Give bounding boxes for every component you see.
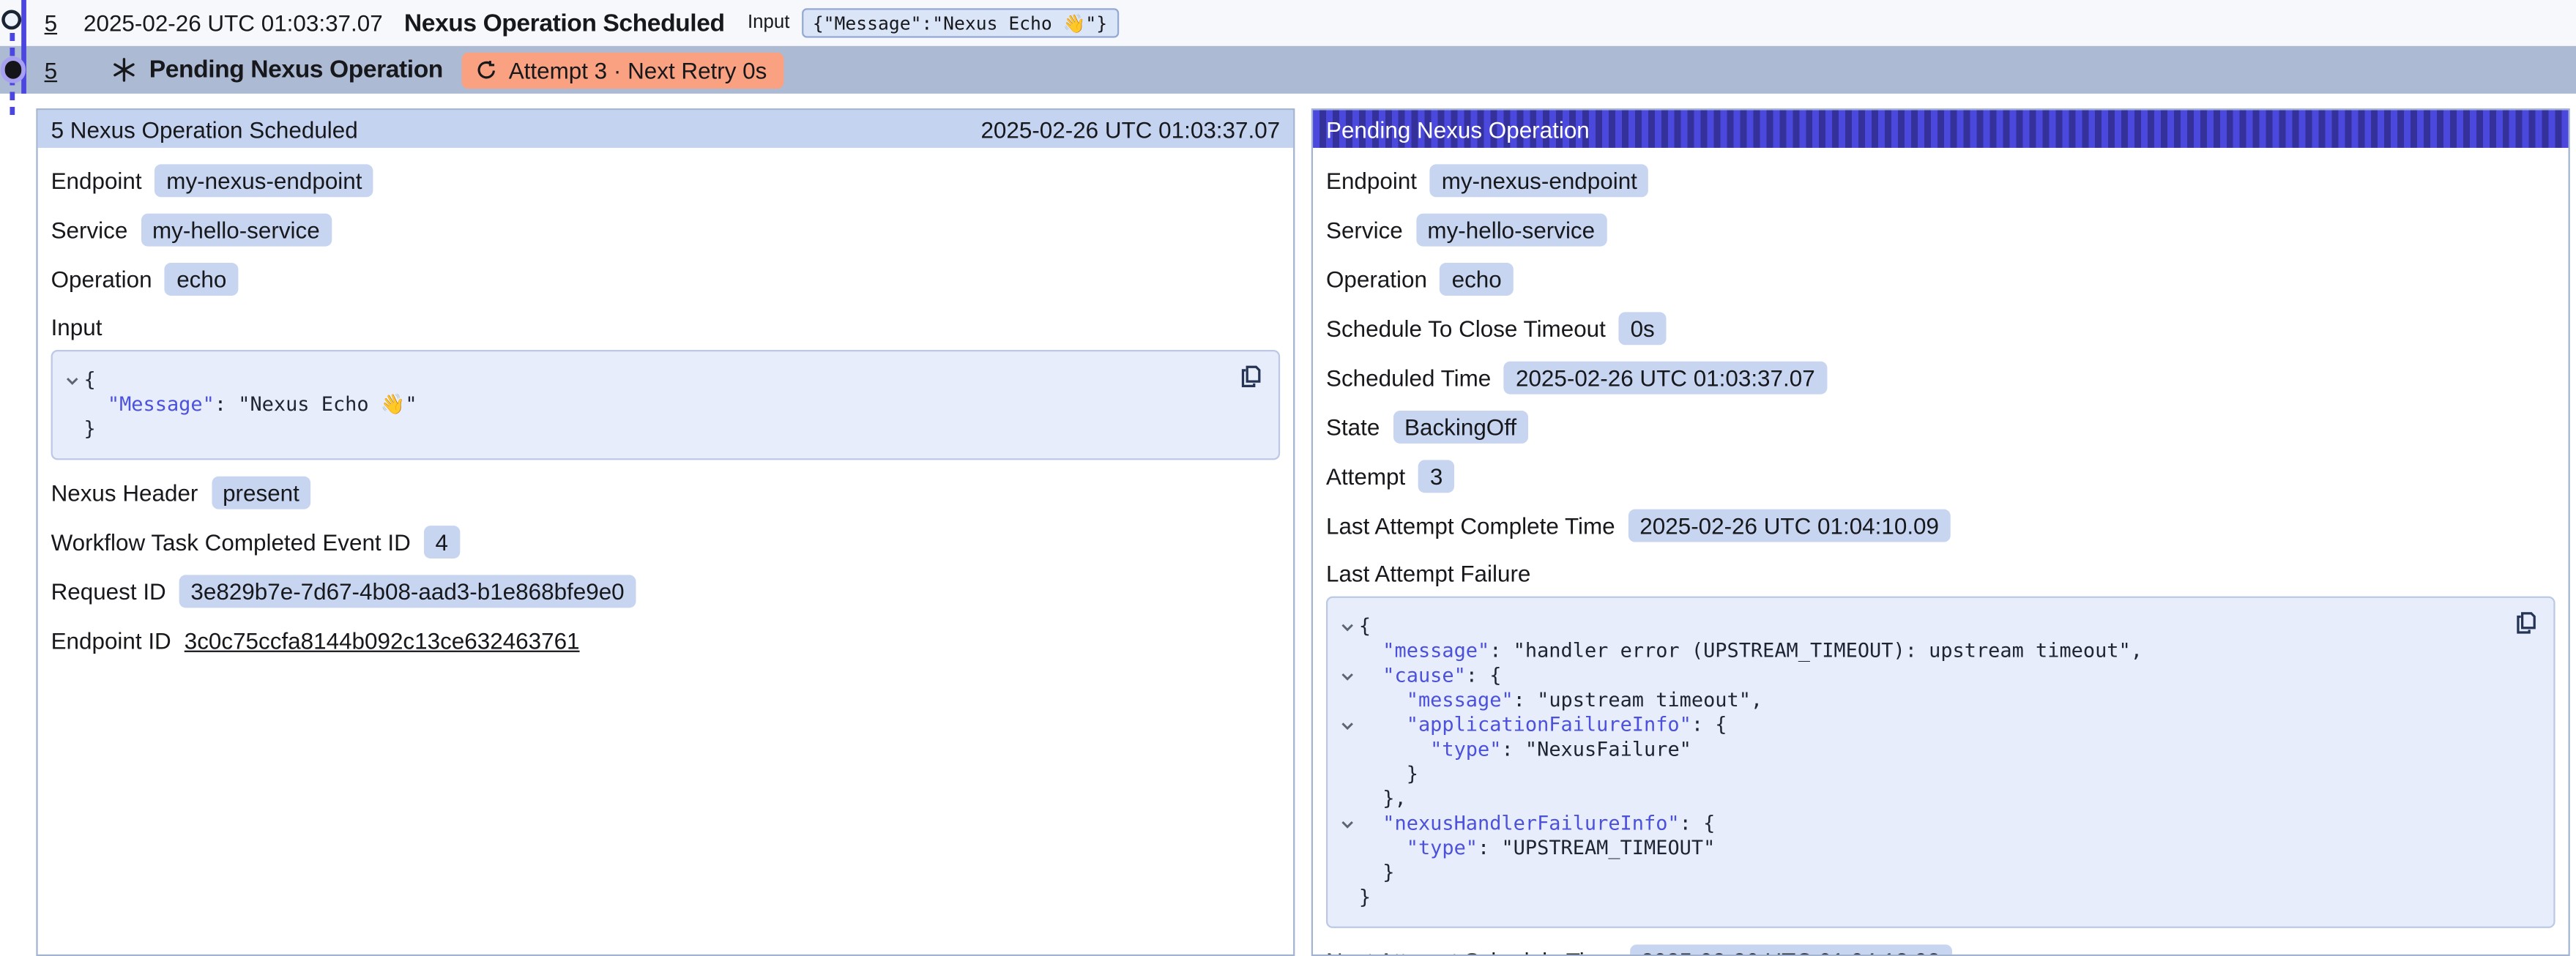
- field-last-attempt-complete-time-value: 2025-02-26 UTC 01:04:10.09: [1628, 509, 1951, 542]
- timeline-node-pending-icon: [4, 61, 22, 78]
- field-schedule-to-close-timeout-value: 0s: [1619, 312, 1667, 345]
- event-input-value-chip: {"Message":"Nexus Echo 👋"}: [801, 8, 1119, 37]
- json-line: }: [1334, 861, 2540, 886]
- pending-operation-panel: Pending Nexus Operation Endpoint my-nexu…: [1311, 108, 2570, 956]
- json-line: "type": "NexusFailure": [1334, 738, 2540, 763]
- field-operation-value: echo: [165, 263, 238, 296]
- event-id-link[interactable]: 5: [45, 10, 57, 36]
- pending-panel-title: Pending Nexus Operation: [1326, 116, 1590, 142]
- json-line: "message": "upstream timeout",: [1334, 688, 2540, 713]
- field-last-attempt-complete-time: Last Attempt Complete Time 2025-02-26 UT…: [1326, 509, 2555, 542]
- event-id-link[interactable]: 5: [45, 56, 57, 83]
- pending-panel-header: Pending Nexus Operation: [1313, 110, 2568, 148]
- input-json-viewer: { "Message": "Nexus Echo 👋"}: [51, 350, 1281, 460]
- field-operation: Operation echo: [51, 263, 1281, 296]
- field-next-attempt-schedule-time-value: 2025-02-26 UTC 01:04:13.93: [1629, 944, 1951, 956]
- event-history-detail-view: 5 2025-02-26 UTC 01:03:37.07 Nexus Opera…: [0, 0, 2576, 956]
- last-attempt-failure-label: Last Attempt Failure: [1326, 559, 2555, 586]
- field-next-attempt-schedule-time: Next Attempt Schedule Time 2025-02-26 UT…: [1326, 944, 2555, 956]
- retry-icon: [474, 59, 497, 81]
- field-endpoint-value: my-nexus-endpoint: [155, 164, 374, 197]
- json-line: "type": "UPSTREAM_TIMEOUT": [1334, 836, 2540, 861]
- retry-badge-label: Attempt 3 · Next Retry 0s: [509, 56, 767, 83]
- scheduled-event-panel: 5 Nexus Operation Scheduled 2025-02-26 U…: [36, 108, 1295, 956]
- field-service: Service my-hello-service: [51, 214, 1281, 247]
- field-state-value: BackingOff: [1393, 411, 1528, 444]
- chevron-down-icon[interactable]: [1339, 815, 1355, 832]
- json-line: },: [1334, 787, 2540, 812]
- field-endpoint: Endpoint my-nexus-endpoint: [1326, 164, 2555, 197]
- scheduled-panel-title: 5 Nexus Operation Scheduled: [51, 116, 358, 142]
- failure-json-code: { "message": "handler error (UPSTREAM_TI…: [1334, 614, 2540, 910]
- copy-icon[interactable]: [2511, 610, 2539, 638]
- field-request-id: Request ID 3e829b7e-7d67-4b08-aad3-b1e86…: [51, 575, 1281, 608]
- field-schedule-to-close-timeout: Schedule To Close Timeout 0s: [1326, 312, 2555, 345]
- field-nexus-header-value: present: [211, 477, 310, 509]
- json-line: }: [1334, 886, 2540, 911]
- pending-event-title: Pending Nexus Operation: [149, 56, 443, 83]
- retry-badge: Attempt 3 · Next Retry 0s: [461, 52, 783, 88]
- field-operation: Operation echo: [1326, 263, 2555, 296]
- field-scheduled-time-value: 2025-02-26 UTC 01:03:37.07: [1504, 362, 1826, 395]
- json-line: "message": "handler error (UPSTREAM_TIME…: [1334, 639, 2540, 664]
- json-line: "nexusHandlerFailureInfo": {: [1334, 812, 2540, 837]
- json-line: {: [59, 368, 1265, 393]
- chevron-down-icon[interactable]: [1339, 717, 1355, 733]
- copy-icon[interactable]: [1236, 363, 1264, 391]
- field-service-value: my-hello-service: [141, 214, 331, 247]
- chevron-down-icon[interactable]: [1339, 619, 1355, 635]
- json-line: }: [59, 417, 1265, 442]
- json-line: }: [1334, 762, 2540, 787]
- pending-asterisk-icon: [111, 58, 136, 83]
- field-service: Service my-hello-service: [1326, 214, 2555, 247]
- endpoint-id-link[interactable]: 3c0c75ccfa8144b092c13ce632463761: [185, 627, 580, 653]
- event-timestamp: 2025-02-26 UTC 01:03:37.07: [83, 10, 383, 36]
- input-json-code: { "Message": "Nexus Echo 👋"}: [59, 368, 1265, 442]
- json-line: {: [1334, 614, 2540, 639]
- field-request-id-value: 3e829b7e-7d67-4b08-aad3-b1e868bfe9e0: [179, 575, 636, 608]
- input-label: Input: [51, 312, 1281, 340]
- event-input-label: Input: [748, 13, 789, 33]
- field-endpoint: Endpoint my-nexus-endpoint: [51, 164, 1281, 197]
- detail-panels: 5 Nexus Operation Scheduled 2025-02-26 U…: [0, 108, 2576, 956]
- json-line: "Message": "Nexus Echo 👋": [59, 392, 1265, 417]
- event-row-scheduled[interactable]: 5 2025-02-26 UTC 01:03:37.07 Nexus Opera…: [0, 0, 2576, 46]
- timeline-node-scheduled-icon: [1, 10, 21, 29]
- scheduled-panel-timestamp: 2025-02-26 UTC 01:03:37.07: [980, 116, 1280, 142]
- field-attempt: Attempt 3: [1326, 460, 2555, 493]
- chevron-down-icon[interactable]: [63, 372, 79, 388]
- scheduled-panel-header: 5 Nexus Operation Scheduled 2025-02-26 U…: [38, 110, 1293, 148]
- field-operation-value: echo: [1440, 263, 1514, 296]
- last-attempt-failure-json-viewer: { "message": "handler error (UPSTREAM_TI…: [1326, 597, 2555, 928]
- field-service-value: my-hello-service: [1416, 214, 1607, 247]
- field-endpoint-value: my-nexus-endpoint: [1430, 164, 1649, 197]
- field-state: State BackingOff: [1326, 411, 2555, 444]
- event-row-pending-selected[interactable]: 5 Pending Nexus Operation Attempt 3 · Ne…: [0, 46, 2576, 94]
- field-workflow-task-completed-event-id: Workflow Task Completed Event ID 4: [51, 526, 1281, 559]
- field-scheduled-time: Scheduled Time 2025-02-26 UTC 01:03:37.0…: [1326, 362, 2555, 395]
- event-title: Nexus Operation Scheduled: [404, 9, 725, 37]
- field-endpoint-id: Endpoint ID 3c0c75ccfa8144b092c13ce63246…: [51, 624, 1281, 656]
- field-wtc-event-id-value: 4: [424, 526, 460, 559]
- field-nexus-header: Nexus Header present: [51, 477, 1281, 509]
- json-line: "applicationFailureInfo": {: [1334, 713, 2540, 738]
- field-attempt-value: 3: [1418, 460, 1454, 493]
- json-line: "cause": {: [1334, 664, 2540, 689]
- timeline-active-bar: [21, 0, 26, 94]
- chevron-down-icon[interactable]: [1339, 668, 1355, 684]
